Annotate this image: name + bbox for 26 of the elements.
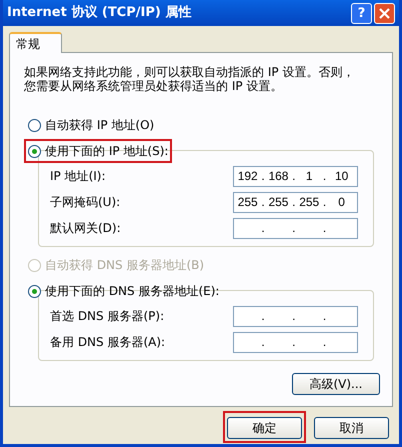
radio-button[interactable] (28, 118, 41, 132)
radio-label: 使用下面的 DNS 服务器地址(E): (45, 283, 220, 300)
advanced-button[interactable]: 高级(V)... (292, 373, 380, 395)
window-title: Internet 协议 (TCP/IP) 属性 (7, 4, 192, 22)
address-field[interactable]: . . . (233, 332, 358, 352)
field-label: 默认网关(D): (50, 220, 121, 237)
address-field[interactable]: . . . (233, 306, 358, 326)
radio-button[interactable] (28, 144, 41, 158)
close-icon (379, 8, 390, 18)
intro-text: 如果网络支持此功能，则可以获取自动指派的 IP 设置。否则，您需要从网络系统管理员处获得适当的 IP 设置。 (24, 65, 356, 93)
radio-label: 使用下面的 IP 地址(S): (45, 143, 168, 160)
radio-button[interactable] (28, 284, 41, 298)
field-label: 备用 DNS 服务器(A): (50, 334, 166, 351)
address-field[interactable]: 192 . 168 . 1 . 10 (233, 166, 358, 186)
field-label: 首选 DNS 服务器(P): (50, 308, 164, 325)
address-field[interactable]: . . . (233, 218, 358, 238)
tab[interactable]: 常规 (9, 32, 62, 53)
close-button[interactable] (374, 2, 395, 24)
field-label: 子网掩码(U): (50, 194, 120, 211)
radio-label: 自动获得 DNS 服务器地址(B) (45, 257, 204, 274)
dialog-button[interactable]: 确定 (227, 417, 302, 439)
address-field[interactable]: 255 . 255 . 255 . 0 (233, 192, 358, 212)
dialog-button[interactable]: 取消 (314, 417, 389, 439)
field-label: IP 地址(I): (50, 168, 106, 185)
radio-label: 自动获得 IP 地址(O) (45, 117, 154, 134)
help-button[interactable]: ? (351, 2, 372, 24)
